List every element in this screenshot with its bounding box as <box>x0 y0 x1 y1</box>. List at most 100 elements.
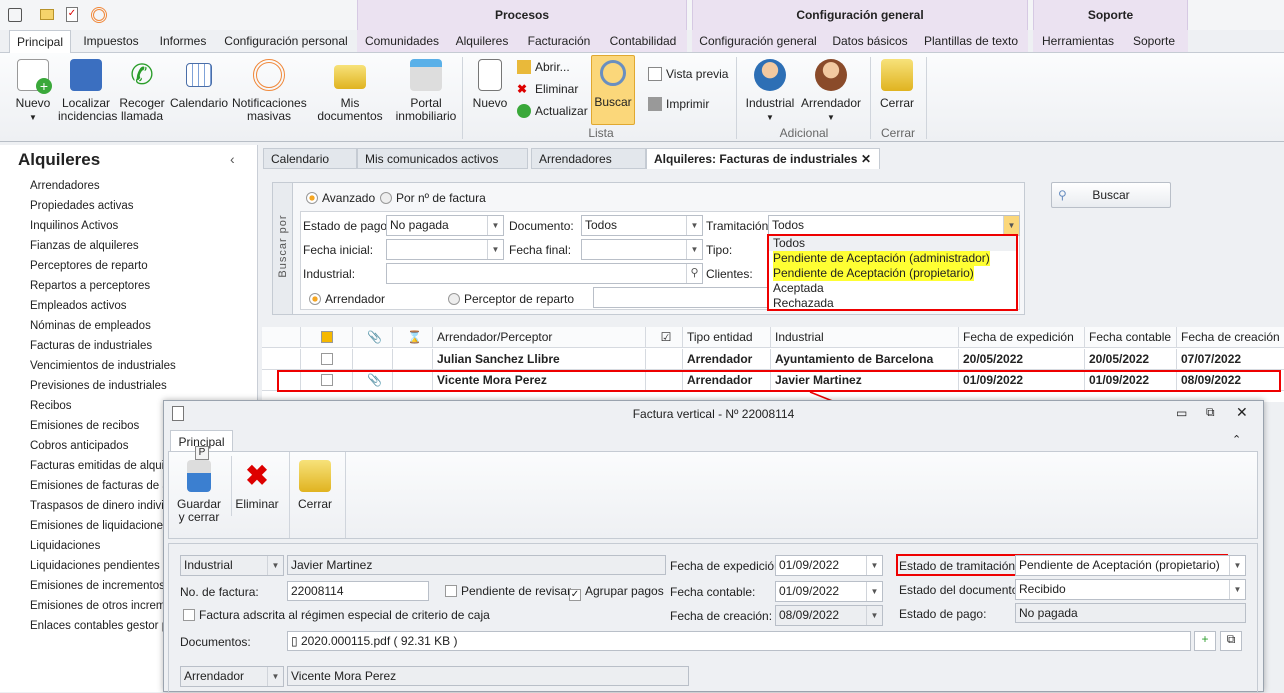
sidebar-item[interactable]: Facturas de industriales <box>30 340 152 352</box>
sidebar-item[interactable]: Repartos a perceptores <box>30 280 150 292</box>
sidebar-item[interactable]: Emisiones de recibos <box>30 420 139 432</box>
option-pendiente-administrador[interactable]: Pendiente de Aceptación (administrador) <box>769 251 1016 266</box>
tab-principal[interactable]: Principal <box>9 30 71 53</box>
sidebar-item[interactable]: Fianzas de alquileres <box>30 240 139 252</box>
nombre2-field[interactable]: Vicente Mora Perez <box>287 666 689 686</box>
tab-impuestos[interactable]: Impuestos <box>78 30 144 52</box>
sidebar-item[interactable]: Inquilinos Activos <box>30 220 118 232</box>
fecha-contable-input[interactable]: 01/09/2022 ▼ <box>775 581 883 602</box>
copy-document-icon[interactable]: ⧉ <box>1220 631 1242 651</box>
industrial-button[interactable]: Industrial ▼ <box>744 59 796 124</box>
option-rechazada[interactable]: Rechazada <box>769 296 1016 311</box>
doc-tab-arrendadores[interactable]: Arrendadores <box>531 148 646 169</box>
col-fecha-creacion[interactable]: Fecha de creación <box>1176 327 1284 348</box>
col-fecha-expedicion[interactable]: Fecha de expedición <box>958 327 1084 348</box>
col-fecha-contable[interactable]: Fecha contable <box>1084 327 1176 348</box>
fecha-final-input[interactable]: ▼ <box>581 239 703 260</box>
vista-previa-button[interactable]: Vista previa <box>648 67 728 81</box>
tab-facturacion[interactable]: Facturación <box>524 30 594 52</box>
sidebar-item[interactable]: Emisiones de liquidaciones <box>30 520 169 532</box>
close-tab-icon[interactable]: ✕ <box>861 149 871 170</box>
actualizar-button[interactable]: Actualizar <box>517 104 588 118</box>
eliminar-button[interactable]: ✖ Eliminar <box>517 82 578 96</box>
doc-tab-calendario[interactable]: Calendario <box>263 148 357 169</box>
collapse-chevron-icon[interactable]: ‹ <box>230 151 235 167</box>
no-factura-input[interactable]: 22008114 <box>287 581 429 601</box>
sidebar-item[interactable]: Perceptores de reparto <box>30 260 148 272</box>
sidebar-item[interactable]: Vencimientos de industriales <box>30 360 176 372</box>
guardar-cerrar-button[interactable]: Guardar y cerrar <box>177 460 221 524</box>
cerrar-button[interactable]: Cerrar <box>876 59 918 110</box>
sidebar-item[interactable]: Empleados activos <box>30 300 127 312</box>
option-pendiente-propietario[interactable]: Pendiente de Aceptación (propietario) <box>769 266 1016 281</box>
tab-contabilidad[interactable]: Contabilidad <box>606 30 680 52</box>
sidebar-item[interactable]: Arrendadores <box>30 180 100 192</box>
dialog-eliminar-button[interactable]: ✖ Eliminar <box>235 460 279 511</box>
collapse-ribbon-icon[interactable]: ⌃ <box>1232 433 1241 446</box>
buscar-button[interactable]: Buscar <box>591 55 635 125</box>
select-all-checkbox[interactable] <box>300 327 352 348</box>
sidebar-item[interactable]: Recibos <box>30 400 72 412</box>
sidebar-item[interactable]: Liquidaciones pendientes de <box>30 560 176 572</box>
tab-informes[interactable]: Informes <box>152 30 214 52</box>
tab-alquileres[interactable]: Alquileres <box>452 30 512 52</box>
estado-tramitacion-select[interactable]: Pendiente de Aceptación (propietario) ▼ <box>1015 555 1246 576</box>
sidebar-item[interactable]: Emisiones de incrementos d <box>30 580 174 592</box>
fecha-creacion-input[interactable]: 08/09/2022 ▼ <box>775 605 883 626</box>
radio-avanzado[interactable]: Avanzado <box>306 191 375 205</box>
tab-plantillas-texto[interactable]: Plantillas de texto <box>922 30 1020 52</box>
tramitacion-select[interactable]: Todos ▼ <box>768 215 1020 236</box>
sidebar-item[interactable]: Cobros anticipados <box>30 440 128 452</box>
arrendador-input[interactable] <box>593 287 773 308</box>
tab-configuracion-personal[interactable]: Configuración personal <box>222 30 350 52</box>
sidebar-item[interactable]: Previsiones de industriales <box>30 380 167 392</box>
calendario-button[interactable]: Calendario <box>170 59 228 110</box>
notificaciones-masivas-button[interactable]: Notificaciones masivas <box>232 59 307 123</box>
sidebar-item[interactable]: Nóminas de empleados <box>30 320 151 332</box>
sidebar-item[interactable]: Emisiones de otros increme <box>30 600 172 612</box>
fecha-expedicion-input[interactable]: 01/09/2022 ▼ <box>775 555 883 576</box>
broadcast-icon[interactable] <box>91 7 107 23</box>
portal-inmobiliario-button[interactable]: Portal inmobiliario <box>394 59 458 123</box>
estado-documento-select[interactable]: Recibido ▼ <box>1015 579 1246 600</box>
fecha-inicial-input[interactable]: ▼ <box>386 239 504 260</box>
dialog-cerrar-button[interactable]: Cerrar <box>293 460 337 511</box>
doc-tab-facturas-industriales[interactable]: Alquileres: Facturas de industriales ✕ <box>646 148 880 169</box>
sidebar-item[interactable]: Enlaces contables gestor pa <box>30 620 174 632</box>
clipboard-check-icon[interactable]: ✓ <box>66 7 78 22</box>
table-row[interactable]: Julian Sanchez Llibre Arrendador Ayuntamie… <box>262 349 1284 370</box>
col-arrendador[interactable]: Arrendador/Perceptor <box>432 327 645 348</box>
sidebar-item[interactable]: Propiedades activas <box>30 200 134 212</box>
pendiente-revisar-checkbox[interactable]: Pendiente de revisar <box>445 584 571 598</box>
minimize-icon[interactable]: ▭ <box>1176 406 1187 420</box>
regimen-especial-checkbox[interactable]: Factura adscrita al régimen especial de … <box>183 608 490 622</box>
documento-select[interactable]: Todos ▼ <box>581 215 703 236</box>
documentos-field[interactable]: ▯ 2020.000115.pdf ( 92.31 KB ) <box>287 631 1191 651</box>
tab-datos-basicos[interactable]: Datos básicos <box>830 30 910 52</box>
imprimir-button[interactable]: Imprimir <box>648 97 709 111</box>
radio-por-numero[interactable]: Por nº de factura <box>380 191 486 205</box>
tipo1-select[interactable]: Industrial ▼ <box>180 555 284 576</box>
industrial-input[interactable]: ⚲ <box>386 263 703 284</box>
radio-perceptor[interactable]: Perceptor de reparto <box>448 292 574 306</box>
tab-comunidades[interactable]: Comunidades <box>362 30 442 52</box>
tab-herramientas[interactable]: Herramientas <box>1038 30 1118 52</box>
add-document-icon[interactable]: + <box>1194 631 1216 651</box>
close-icon[interactable]: ✕ <box>1236 404 1248 421</box>
localizar-incidencias-button[interactable]: Localizar incidencias <box>58 59 117 123</box>
nombre1-field[interactable]: Javier Martinez <box>287 555 666 575</box>
option-todos[interactable]: Todos <box>769 236 1016 251</box>
maximize-icon[interactable]: ⧉ <box>1206 405 1215 420</box>
agrupar-pagos-checkbox[interactable]: ✓ Agrupar pagos <box>569 584 664 601</box>
arrendador-button[interactable]: Arrendador ▼ <box>800 59 862 124</box>
tab-configuracion-general[interactable]: Configuración general <box>698 30 818 52</box>
sidebar-item[interactable]: Liquidaciones <box>30 540 100 552</box>
lista-nuevo-button[interactable]: Nuevo <box>470 59 510 110</box>
option-aceptada[interactable]: Aceptada <box>769 281 1016 296</box>
estado-pago-select[interactable]: No pagada ▼ <box>386 215 504 236</box>
col-industrial[interactable]: Industrial <box>770 327 958 348</box>
mis-documentos-button[interactable]: Mis documentos <box>310 59 390 123</box>
radio-arrendador[interactable]: Arrendador <box>309 292 385 306</box>
row-checkbox[interactable] <box>300 349 352 370</box>
col-tipo-entidad[interactable]: Tipo entidad <box>682 327 770 348</box>
